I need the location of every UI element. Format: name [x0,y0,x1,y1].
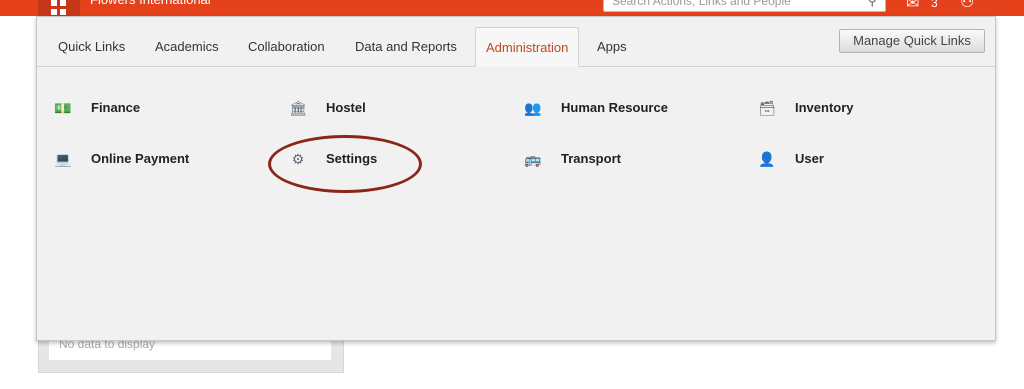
tab-data-and-reports[interactable]: Data and Reports [345,27,467,67]
school-name[interactable]: Flowers International [90,0,211,8]
manage-quick-links-button[interactable]: Manage Quick Links [839,29,985,53]
tab-administration[interactable]: Administration [475,27,580,67]
tab-quick-links[interactable]: Quick Links [48,27,135,67]
menu-item-label: Transport [561,151,621,166]
menu-tab-bar: Quick Links Academics Collaboration Data… [37,17,995,67]
transport-icon: 🚌 [524,151,542,167]
menu-item-label: Online Payment [91,151,190,166]
tab-collaboration[interactable]: Collaboration [238,27,335,67]
top-bar: Flowers International Search Actions, Li… [0,0,1024,16]
grid-icon [60,9,66,15]
tab-academics[interactable]: Academics [145,27,229,67]
user-icon[interactable]: ⚇ [960,0,974,11]
menu-item-label: Human Resource [561,100,668,115]
online-payment-icon: 💻 [54,151,72,167]
quick-links-dropdown: Quick Links Academics Collaboration Data… [36,16,996,341]
search-input[interactable]: Search Actions, Links and People ⚲ [603,0,886,12]
hostel-icon: 🏛 [289,100,307,116]
grid-icon [60,0,66,6]
menu-item-label: Settings [326,151,378,166]
finance-icon: 💵 [54,100,72,116]
tab-apps[interactable]: Apps [587,27,637,67]
settings-icon: ⚙ [291,151,305,167]
menu-item-label: Inventory [795,100,854,115]
search-placeholder: Search Actions, Links and People [612,0,791,8]
menu-item-label: User [795,151,824,166]
user-icon: 👤 [758,151,776,167]
mail-icon[interactable]: ✉ [906,0,919,12]
inventory-icon: 🗃 [758,100,776,116]
app-menu-button[interactable] [38,0,80,16]
menu-item-label: Finance [91,100,141,115]
grid-icon [51,9,57,15]
mail-count-badge: 3 [931,0,938,10]
menu-item-label: Hostel [326,100,366,115]
grid-icon [51,0,57,6]
search-icon[interactable]: ⚲ [867,0,877,9]
human-resource-icon: 👥 [524,100,542,116]
